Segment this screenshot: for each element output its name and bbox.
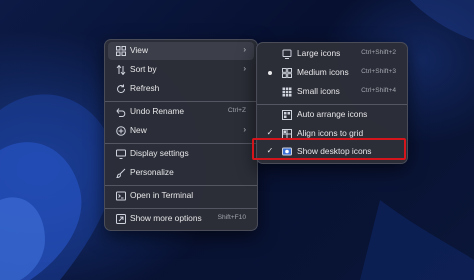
menu-item-label: Sort by — [130, 64, 157, 74]
menu-item-label: Open in Terminal — [130, 190, 194, 200]
menu-item-display-settings[interactable]: Display settings — [108, 145, 254, 163]
shortcut-text: Shift+F10 — [217, 214, 246, 221]
menu-item-personalize[interactable]: Personalize — [108, 164, 254, 182]
annotation-highlight-box — [252, 138, 406, 160]
undo-icon — [116, 108, 126, 117]
menu-separator — [105, 101, 257, 102]
menu-item-label: Show more options — [130, 213, 202, 223]
menu-item-label: Undo Rename — [130, 106, 185, 116]
selected-dot-icon — [268, 71, 272, 75]
menu-item-label: Refresh — [130, 83, 160, 93]
menu-separator — [257, 104, 407, 105]
menu-item-label: New — [130, 125, 147, 135]
plus-circle-icon — [116, 126, 126, 136]
grid-icon — [116, 46, 126, 56]
menu-item-show-more-options[interactable]: Show more options Shift+F10 — [108, 210, 254, 228]
submenu-item-medium-icons[interactable]: Medium icons Ctrl+Shift+3 — [260, 64, 404, 82]
medium-icons-icon — [282, 68, 292, 78]
menu-item-new[interactable]: New › — [108, 122, 254, 140]
menu-item-refresh[interactable]: Refresh — [108, 80, 254, 98]
submenu-item-label: Medium icons — [297, 67, 349, 77]
submenu-item-label: Align icons to grid — [297, 128, 364, 138]
submenu-item-auto-arrange-icons[interactable]: Auto arrange icons — [260, 106, 404, 124]
auto-arrange-icon — [282, 110, 292, 120]
chevron-right-icon: › — [243, 45, 246, 54]
menu-item-sort-by[interactable]: Sort by › — [108, 61, 254, 79]
menu-item-label: View — [130, 45, 149, 55]
sort-icon — [116, 65, 126, 75]
menu-separator — [105, 185, 257, 186]
menu-item-label: Display settings — [130, 148, 189, 158]
menu-item-label: Personalize — [130, 167, 174, 177]
submenu-item-label: Auto arrange icons — [297, 109, 368, 119]
brush-icon — [116, 168, 126, 178]
large-icons-icon — [282, 49, 292, 59]
checkmark-icon: ✓ — [266, 128, 274, 137]
chevron-right-icon: › — [243, 64, 246, 73]
menu-item-undo-rename[interactable]: Undo Rename Ctrl+Z — [108, 103, 254, 121]
small-icons-icon — [282, 87, 292, 97]
shortcut-text: Ctrl+Shift+3 — [361, 68, 396, 75]
more-options-icon — [116, 214, 126, 224]
submenu-item-large-icons[interactable]: Large icons Ctrl+Shift+2 — [260, 45, 404, 63]
terminal-icon — [116, 191, 126, 201]
chevron-right-icon: › — [243, 125, 246, 134]
menu-separator — [105, 143, 257, 144]
menu-separator — [105, 208, 257, 209]
submenu-item-small-icons[interactable]: Small icons Ctrl+Shift+4 — [260, 83, 404, 101]
shortcut-text: Ctrl+Shift+2 — [361, 49, 396, 56]
desktop-context-menu: View › Sort by › Refresh Undo Rename Ctr… — [104, 39, 258, 231]
menu-item-open-in-terminal[interactable]: Open in Terminal — [108, 187, 254, 205]
menu-item-view[interactable]: View › — [108, 42, 254, 60]
submenu-item-label: Large icons — [297, 48, 341, 58]
submenu-item-label: Small icons — [297, 86, 340, 96]
display-icon — [116, 149, 126, 159]
refresh-icon — [117, 84, 126, 94]
shortcut-text: Ctrl+Shift+4 — [361, 87, 396, 94]
shortcut-text: Ctrl+Z — [227, 107, 246, 114]
